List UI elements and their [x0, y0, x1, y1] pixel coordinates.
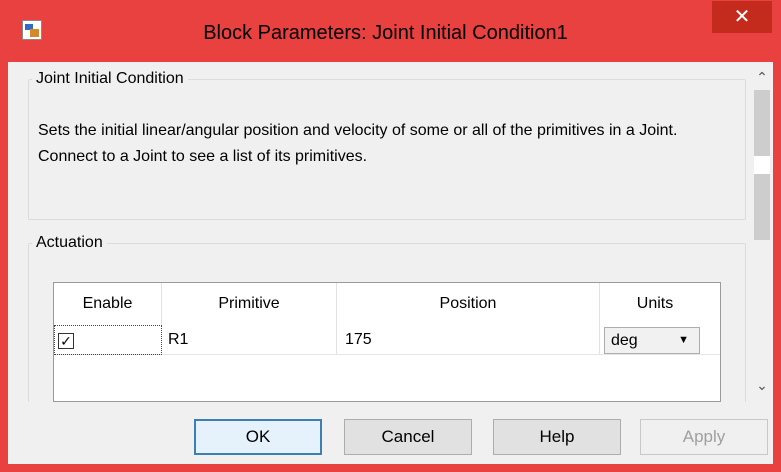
vertical-scrollbar[interactable]: ⌃ ⌄ [751, 62, 773, 402]
primitives-table: Enable Primitive Position Units ✓ R1 175… [53, 282, 721, 402]
block-description: Sets the initial linear/angular position… [38, 122, 678, 165]
column-header-primitive[interactable]: Primitive [162, 283, 337, 325]
chevron-down-icon: ▼ [678, 334, 689, 346]
enable-cell[interactable]: ✓ [54, 325, 162, 355]
scrollbar-thumb-grip [754, 156, 770, 174]
dialog-body: Joint Initial Condition Sets the initial… [8, 62, 773, 464]
position-input[interactable]: 175 [337, 325, 600, 355]
button-bar: OK Cancel Help Apply [8, 412, 773, 462]
column-header-units[interactable]: Units [600, 283, 710, 325]
scroll-down-arrow-icon[interactable]: ⌄ [751, 374, 773, 396]
scroll-up-arrow-icon[interactable]: ⌃ [751, 66, 773, 88]
table-row: ✓ R1 175 deg ▼ [54, 325, 720, 355]
help-button[interactable]: Help [493, 419, 621, 455]
enable-checkbox[interactable]: ✓ [58, 333, 74, 349]
title-bar[interactable]: Block Parameters: Joint Initial Conditio… [0, 0, 781, 62]
parameters-scroll-area: Joint Initial Condition Sets the initial… [8, 62, 751, 402]
window-title: Block Parameters: Joint Initial Conditio… [203, 22, 568, 44]
dialog-window: Block Parameters: Joint Initial Conditio… [0, 0, 781, 472]
table-header: Enable Primitive Position Units [54, 283, 720, 325]
units-dropdown[interactable]: deg ▼ [604, 327, 700, 354]
group-legend-joint-initial-condition: Joint Initial Condition [36, 70, 184, 87]
column-header-enable[interactable]: Enable [54, 283, 162, 325]
group-legend-actuation: Actuation [36, 234, 103, 251]
apply-button[interactable]: Apply [640, 419, 768, 455]
ok-button[interactable]: OK [194, 419, 322, 455]
close-button[interactable]: ✕ [712, 1, 772, 33]
units-dropdown-value: deg [611, 332, 638, 349]
cancel-button[interactable]: Cancel [344, 419, 472, 455]
column-header-position[interactable]: Position [337, 283, 600, 325]
primitive-cell: R1 [162, 325, 337, 355]
